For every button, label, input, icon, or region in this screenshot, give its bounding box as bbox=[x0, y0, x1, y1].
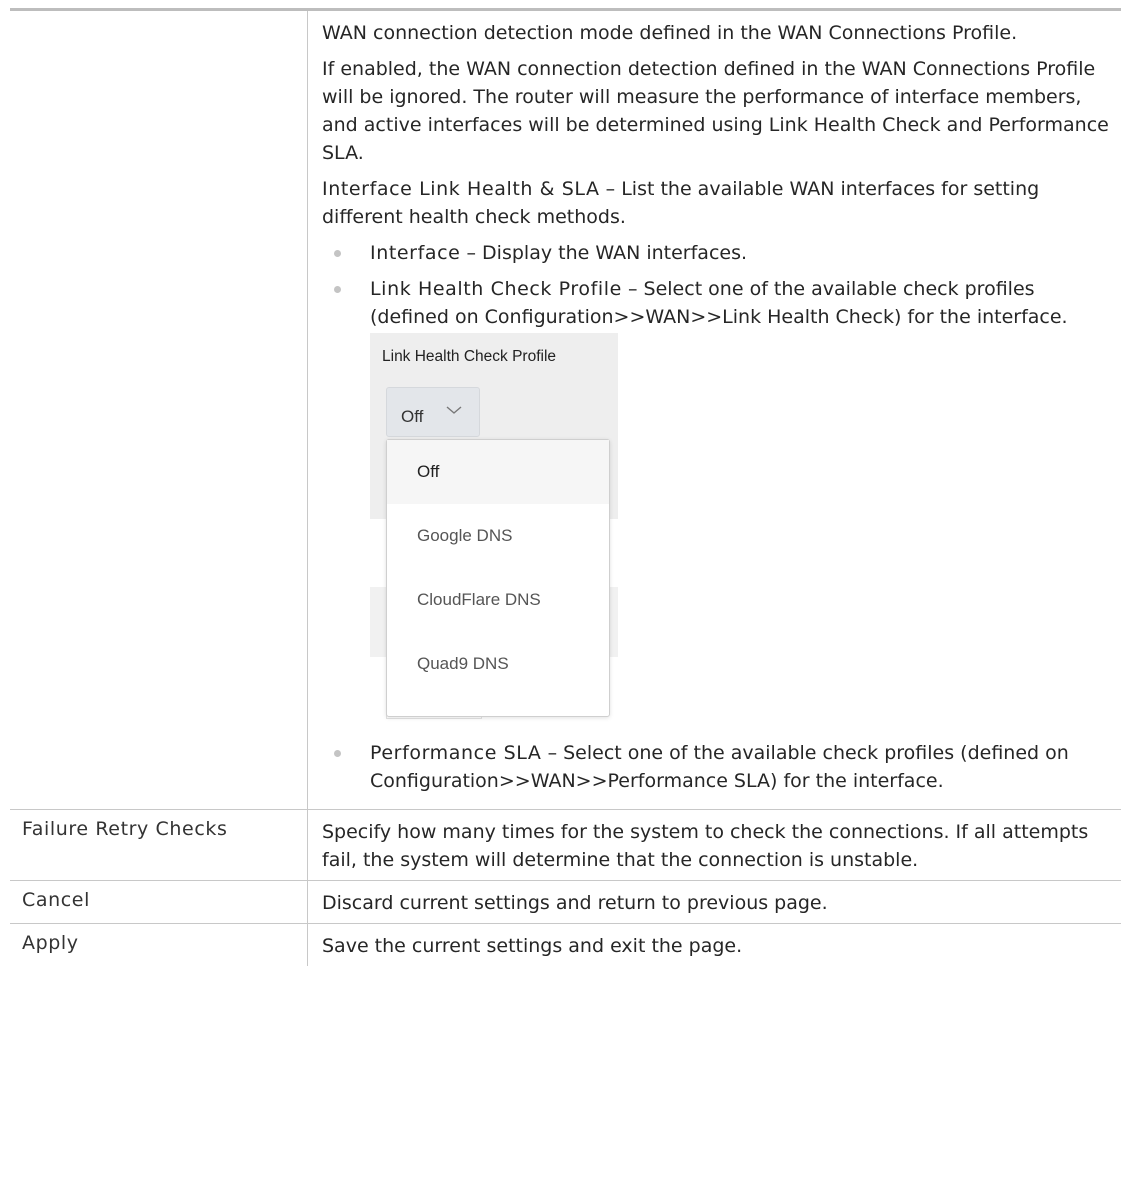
row-label: Failure Retry Checks bbox=[10, 810, 308, 880]
list-item: Performance SLA – Select one of the avai… bbox=[322, 739, 1115, 795]
row-label: Apply bbox=[10, 924, 308, 966]
list-item: Link Health Check Profile – Select one o… bbox=[322, 275, 1115, 725]
row-description: Specify how many times for the system to… bbox=[322, 821, 1089, 871]
term: Performance SLA bbox=[370, 742, 542, 764]
table-row-link-health: WAN connection detection mode defined in… bbox=[10, 11, 1121, 810]
dropdown-option[interactable]: Off bbox=[387, 440, 609, 504]
row-description: WAN connection detection mode defined in… bbox=[308, 11, 1121, 809]
table-row-apply: Apply Save the current settings and exit… bbox=[10, 924, 1121, 966]
bullet-icon bbox=[334, 750, 341, 757]
intro-paragraph: Interface Link Health & SLA – List the a… bbox=[322, 175, 1115, 231]
dropdown-option[interactable]: CloudFlare DNS bbox=[387, 568, 609, 632]
table-row-cancel: Cancel Discard current settings and retu… bbox=[10, 881, 1121, 924]
term: Interface bbox=[370, 242, 461, 264]
paragraph: If enabled, the WAN connection detection… bbox=[322, 58, 1109, 164]
row-label: Cancel bbox=[10, 881, 308, 923]
term-text: – Display the WAN interfaces. bbox=[460, 242, 748, 264]
select-value: Off bbox=[401, 407, 424, 426]
bullet-icon bbox=[334, 250, 341, 257]
term: Interface Link Health & SLA bbox=[322, 178, 600, 200]
dropdown-option[interactable]: Google DNS bbox=[387, 504, 609, 568]
profile-select[interactable]: Off bbox=[386, 387, 480, 437]
dropdown-menu: Off Google DNS CloudFlare DNS Quad9 DNS bbox=[386, 439, 610, 717]
term: Link Health Check Profile bbox=[370, 278, 622, 300]
bullet-list: Interface – Display the WAN interfaces. … bbox=[322, 239, 1115, 795]
row-description: Discard current settings and return to p… bbox=[322, 892, 828, 914]
chevron-down-icon bbox=[446, 406, 462, 414]
row-description: Save the current settings and exit the p… bbox=[322, 935, 743, 957]
row-label bbox=[10, 11, 308, 809]
parameter-table: WAN connection detection mode defined in… bbox=[10, 8, 1121, 966]
bullet-icon bbox=[334, 286, 341, 293]
screenshot-caption: Link Health Check Profile bbox=[382, 348, 557, 365]
table-row-failure-retry: Failure Retry Checks Specify how many ti… bbox=[10, 810, 1121, 881]
paragraph: WAN connection detection mode defined in… bbox=[322, 22, 1018, 44]
dropdown-option[interactable]: Quad9 DNS bbox=[387, 632, 609, 696]
embedded-screenshot: Link Health Check Profile Off Off Google… bbox=[370, 333, 618, 725]
list-item: Interface – Display the WAN interfaces. bbox=[322, 239, 1115, 267]
